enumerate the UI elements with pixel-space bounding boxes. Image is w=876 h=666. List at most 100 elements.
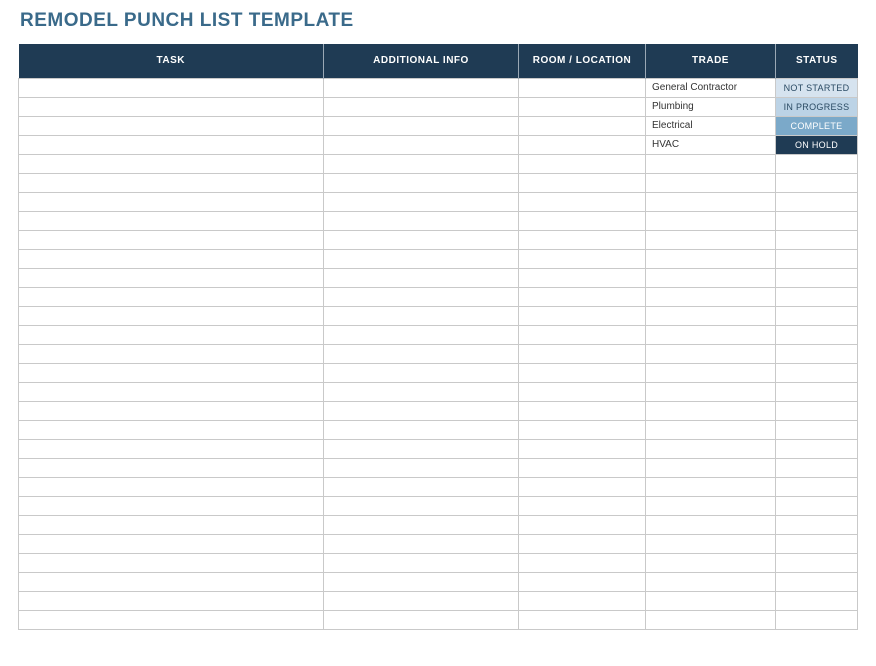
- cell-task[interactable]: [19, 477, 324, 496]
- cell-trade[interactable]: [646, 496, 776, 515]
- cell-trade[interactable]: [646, 363, 776, 382]
- cell-status[interactable]: [776, 344, 858, 363]
- cell-task[interactable]: [19, 496, 324, 515]
- cell-status[interactable]: [776, 249, 858, 268]
- cell-task[interactable]: [19, 97, 324, 116]
- cell-task[interactable]: [19, 591, 324, 610]
- cell-task[interactable]: [19, 420, 324, 439]
- cell-task[interactable]: [19, 610, 324, 629]
- cell-room[interactable]: [519, 477, 646, 496]
- cell-task[interactable]: [19, 211, 324, 230]
- cell-task[interactable]: [19, 553, 324, 572]
- cell-trade[interactable]: [646, 249, 776, 268]
- cell-trade[interactable]: [646, 553, 776, 572]
- cell-trade[interactable]: [646, 382, 776, 401]
- cell-task[interactable]: [19, 325, 324, 344]
- cell-room[interactable]: [519, 420, 646, 439]
- cell-status[interactable]: IN PROGRESS: [776, 97, 858, 116]
- cell-status[interactable]: [776, 306, 858, 325]
- cell-info[interactable]: [324, 496, 519, 515]
- cell-status[interactable]: [776, 382, 858, 401]
- cell-trade[interactable]: [646, 154, 776, 173]
- cell-status[interactable]: [776, 192, 858, 211]
- cell-trade[interactable]: [646, 401, 776, 420]
- cell-task[interactable]: [19, 230, 324, 249]
- cell-info[interactable]: [324, 572, 519, 591]
- cell-status[interactable]: [776, 496, 858, 515]
- cell-info[interactable]: [324, 344, 519, 363]
- cell-room[interactable]: [519, 154, 646, 173]
- cell-info[interactable]: [324, 306, 519, 325]
- cell-task[interactable]: [19, 287, 324, 306]
- cell-trade[interactable]: [646, 439, 776, 458]
- cell-info[interactable]: [324, 116, 519, 135]
- cell-room[interactable]: [519, 325, 646, 344]
- cell-trade[interactable]: [646, 211, 776, 230]
- cell-task[interactable]: [19, 306, 324, 325]
- cell-status[interactable]: COMPLETE: [776, 116, 858, 135]
- cell-info[interactable]: [324, 401, 519, 420]
- cell-trade[interactable]: [646, 325, 776, 344]
- cell-info[interactable]: [324, 515, 519, 534]
- cell-status[interactable]: [776, 515, 858, 534]
- cell-room[interactable]: [519, 135, 646, 154]
- cell-status[interactable]: [776, 230, 858, 249]
- cell-info[interactable]: [324, 154, 519, 173]
- cell-room[interactable]: [519, 211, 646, 230]
- cell-info[interactable]: [324, 192, 519, 211]
- cell-room[interactable]: [519, 553, 646, 572]
- cell-trade[interactable]: [646, 287, 776, 306]
- cell-task[interactable]: [19, 439, 324, 458]
- cell-room[interactable]: [519, 572, 646, 591]
- cell-room[interactable]: [519, 458, 646, 477]
- cell-info[interactable]: [324, 382, 519, 401]
- cell-status[interactable]: [776, 287, 858, 306]
- cell-info[interactable]: [324, 287, 519, 306]
- cell-status[interactable]: [776, 553, 858, 572]
- cell-trade[interactable]: [646, 572, 776, 591]
- cell-trade[interactable]: [646, 268, 776, 287]
- cell-room[interactable]: [519, 97, 646, 116]
- cell-task[interactable]: [19, 572, 324, 591]
- cell-task[interactable]: [19, 249, 324, 268]
- cell-status[interactable]: ON HOLD: [776, 135, 858, 154]
- cell-trade[interactable]: [646, 173, 776, 192]
- cell-status[interactable]: [776, 591, 858, 610]
- cell-status[interactable]: [776, 154, 858, 173]
- cell-task[interactable]: [19, 192, 324, 211]
- cell-trade[interactable]: [646, 306, 776, 325]
- cell-room[interactable]: [519, 344, 646, 363]
- cell-status[interactable]: [776, 325, 858, 344]
- cell-room[interactable]: [519, 192, 646, 211]
- cell-task[interactable]: [19, 515, 324, 534]
- cell-info[interactable]: [324, 173, 519, 192]
- cell-status[interactable]: [776, 572, 858, 591]
- cell-task[interactable]: [19, 401, 324, 420]
- cell-room[interactable]: [519, 116, 646, 135]
- cell-task[interactable]: [19, 344, 324, 363]
- cell-info[interactable]: [324, 591, 519, 610]
- cell-status[interactable]: [776, 610, 858, 629]
- cell-trade[interactable]: [646, 344, 776, 363]
- cell-task[interactable]: [19, 534, 324, 553]
- cell-task[interactable]: [19, 135, 324, 154]
- cell-status[interactable]: [776, 477, 858, 496]
- cell-room[interactable]: [519, 439, 646, 458]
- cell-info[interactable]: [324, 97, 519, 116]
- cell-task[interactable]: [19, 268, 324, 287]
- cell-trade[interactable]: [646, 458, 776, 477]
- cell-task[interactable]: [19, 458, 324, 477]
- cell-status[interactable]: [776, 211, 858, 230]
- cell-task[interactable]: [19, 363, 324, 382]
- cell-info[interactable]: [324, 458, 519, 477]
- cell-info[interactable]: [324, 268, 519, 287]
- cell-status[interactable]: [776, 363, 858, 382]
- cell-status[interactable]: [776, 458, 858, 477]
- cell-task[interactable]: [19, 116, 324, 135]
- cell-trade[interactable]: Electrical: [646, 116, 776, 135]
- cell-task[interactable]: [19, 154, 324, 173]
- cell-status[interactable]: [776, 420, 858, 439]
- cell-info[interactable]: [324, 610, 519, 629]
- cell-info[interactable]: [324, 135, 519, 154]
- cell-trade[interactable]: [646, 515, 776, 534]
